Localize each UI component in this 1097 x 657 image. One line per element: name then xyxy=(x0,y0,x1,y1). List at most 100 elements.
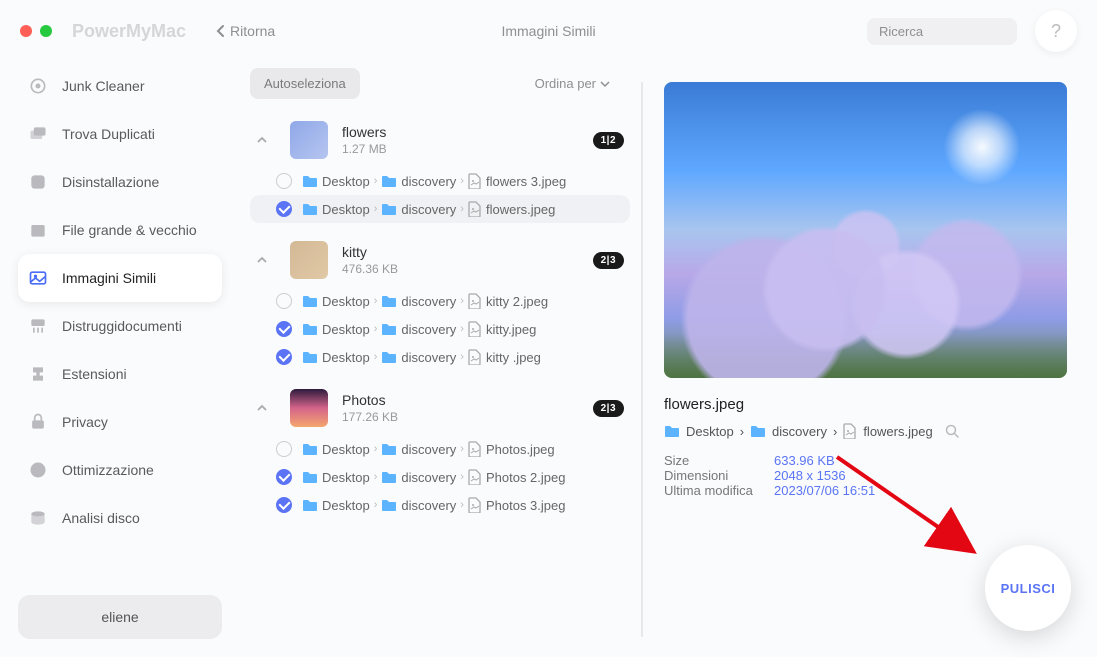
autoselect-button[interactable]: Autoseleziona xyxy=(250,68,360,99)
rocket-icon xyxy=(28,460,48,480)
sidebar-item-similar-images[interactable]: Immagini Simili xyxy=(18,254,222,302)
window-close-dot[interactable] xyxy=(20,25,32,37)
crumb-sep: › xyxy=(460,499,464,511)
help-button[interactable]: ? xyxy=(1035,10,1077,52)
back-label: Ritorna xyxy=(230,23,275,39)
checkbox[interactable] xyxy=(276,469,292,485)
reveal-icon[interactable] xyxy=(945,424,959,438)
checkbox[interactable] xyxy=(276,441,292,457)
sidebar-item-label: Privacy xyxy=(62,414,108,430)
sidebar-item-large-old[interactable]: File grande & vecchio xyxy=(18,206,222,254)
crumb-sep: › xyxy=(374,351,378,363)
sidebar: Junk Cleaner Trova Duplicati Disinstalla… xyxy=(0,62,240,657)
sidebar-item-label: Distruggidocumenti xyxy=(62,318,182,334)
checkbox[interactable] xyxy=(276,173,292,189)
window-zoom-dot[interactable] xyxy=(40,25,52,37)
sidebar-item-label: Immagini Simili xyxy=(62,270,156,286)
meta-value: 2048 x 1536 xyxy=(774,468,846,483)
checkbox[interactable] xyxy=(276,349,292,365)
crumb: discovery xyxy=(401,498,456,513)
file-icon xyxy=(468,173,482,189)
sidebar-item-optimize[interactable]: Ottimizzazione xyxy=(18,446,222,494)
clean-button[interactable]: PULISCI xyxy=(985,545,1071,631)
crumb-sep: › xyxy=(460,175,464,187)
crumb-sep: › xyxy=(374,295,378,307)
chevron-down-icon xyxy=(600,80,610,88)
preview-path: Desktop›discovery›flowers.jpeg xyxy=(664,423,1067,439)
crumb-sep: › xyxy=(460,471,464,483)
sidebar-item-label: Junk Cleaner xyxy=(62,78,145,94)
file-row[interactable]: Desktop›discovery›Photos.jpeg xyxy=(250,435,630,463)
sidebar-item-uninstall[interactable]: Disinstallazione xyxy=(18,158,222,206)
sidebar-item-junk-cleaner[interactable]: Junk Cleaner xyxy=(18,62,222,110)
back-button[interactable]: Ritorna xyxy=(216,23,275,39)
app-title: PowerMyMac xyxy=(72,21,186,42)
sidebar-item-label: Estensioni xyxy=(62,366,127,382)
app-icon xyxy=(28,172,48,192)
file-row[interactable]: Desktop›discovery›Photos 2.jpeg xyxy=(250,463,630,491)
group-badge: 2|3 xyxy=(593,400,624,417)
chevron-up-icon[interactable] xyxy=(256,135,276,145)
folder-icon xyxy=(302,442,318,456)
filename: kitty .jpeg xyxy=(486,350,541,365)
filename: Photos.jpeg xyxy=(486,442,555,457)
sidebar-item-shredder[interactable]: Distruggidocumenti xyxy=(18,302,222,350)
search-input[interactable] xyxy=(879,24,1055,39)
file-row[interactable]: Desktop›discovery›flowers.jpeg xyxy=(250,195,630,223)
checkbox[interactable] xyxy=(276,293,292,309)
user-chip[interactable]: eliene xyxy=(18,595,222,639)
crumb: discovery xyxy=(401,350,456,365)
checkbox[interactable] xyxy=(276,201,292,217)
sort-button[interactable]: Ordina per xyxy=(535,76,610,91)
file-icon xyxy=(468,293,482,309)
meta-row: Dimensioni 2048 x 1536 xyxy=(664,468,1067,483)
chevron-left-icon xyxy=(216,24,226,38)
crumb: Desktop xyxy=(322,322,370,337)
folder-icon xyxy=(381,174,397,188)
folder-icon xyxy=(381,322,397,336)
folder-icon xyxy=(381,350,397,364)
shredder-icon xyxy=(28,316,48,336)
folder-icon xyxy=(750,424,766,438)
path-segment: discovery xyxy=(772,424,827,439)
sidebar-item-privacy[interactable]: Privacy xyxy=(18,398,222,446)
lock-icon xyxy=(28,412,48,432)
group-thumbnail xyxy=(290,121,328,159)
crumb: Desktop xyxy=(322,294,370,309)
crumb-sep: › xyxy=(374,443,378,455)
sidebar-item-disk[interactable]: Analisi disco xyxy=(18,494,222,542)
filename: kitty.jpeg xyxy=(486,322,536,337)
file-row[interactable]: Desktop›discovery›Photos 3.jpeg xyxy=(250,491,630,519)
crumb: Desktop xyxy=(322,202,370,217)
preview-image xyxy=(664,82,1067,378)
folder-icon xyxy=(381,498,397,512)
file-row[interactable]: Desktop›discovery›flowers 3.jpeg xyxy=(250,167,630,195)
crumb: Desktop xyxy=(322,350,370,365)
chevron-up-icon[interactable] xyxy=(256,403,276,413)
file-icon xyxy=(468,201,482,217)
crumb: Desktop xyxy=(322,498,370,513)
file-icon xyxy=(468,441,482,457)
checkbox[interactable] xyxy=(276,321,292,337)
group-header[interactable]: Photos 177.26 KB 2|3 xyxy=(250,381,630,435)
crumb: Desktop xyxy=(322,442,370,457)
checkbox[interactable] xyxy=(276,497,292,513)
meta-row: Size 633.96 KB xyxy=(664,453,1067,468)
meta-label: Size xyxy=(664,453,774,468)
meta-row: Ultima modifica 2023/07/06 16:51 xyxy=(664,483,1067,498)
folder-icon xyxy=(381,442,397,456)
sidebar-item-duplicates[interactable]: Trova Duplicati xyxy=(18,110,222,158)
file-icon xyxy=(468,497,482,513)
sidebar-item-extensions[interactable]: Estensioni xyxy=(18,350,222,398)
file-row[interactable]: Desktop›discovery›kitty 2.jpeg xyxy=(250,287,630,315)
group-header[interactable]: kitty 476.36 KB 2|3 xyxy=(250,233,630,287)
crumb: discovery xyxy=(401,322,456,337)
search-box[interactable] xyxy=(867,18,1017,45)
folders-icon xyxy=(28,124,48,144)
file-row[interactable]: Desktop›discovery›kitty.jpeg xyxy=(250,315,630,343)
folder-icon xyxy=(302,202,318,216)
file-icon xyxy=(468,469,482,485)
group-header[interactable]: flowers 1.27 MB 1|2 xyxy=(250,113,630,167)
chevron-up-icon[interactable] xyxy=(256,255,276,265)
file-row[interactable]: Desktop›discovery›kitty .jpeg xyxy=(250,343,630,371)
